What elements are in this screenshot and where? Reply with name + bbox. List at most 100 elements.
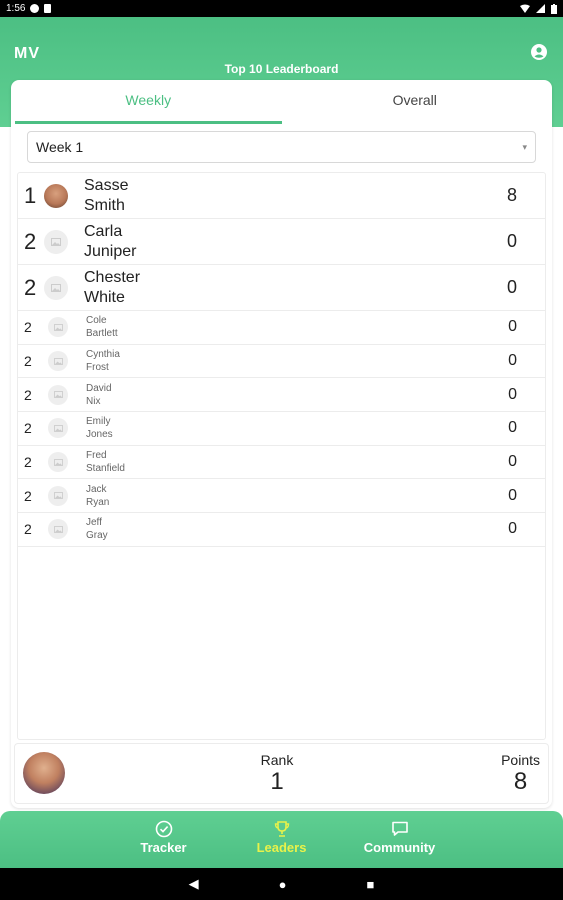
row-last-name: Bartlett bbox=[86, 328, 118, 340]
rank-value: 1 bbox=[270, 768, 284, 795]
leaderboard-row[interactable]: 2 Chester White 0 bbox=[18, 265, 545, 311]
leaderboard-row[interactable]: 1 Sasse Smith 8 bbox=[18, 173, 545, 219]
leaderboard-row[interactable]: 2 Cynthia Frost 0 bbox=[18, 345, 545, 379]
row-rank: 2 bbox=[24, 420, 32, 437]
google-icon bbox=[30, 4, 40, 13]
row-name: Jeff Gray bbox=[86, 516, 108, 542]
image-placeholder-icon bbox=[48, 384, 68, 405]
account-icon[interactable] bbox=[531, 44, 547, 60]
leaderboard-row[interactable]: 2 Jack Ryan 0 bbox=[18, 479, 545, 514]
row-last-name: Jones bbox=[86, 429, 113, 441]
leaderboard-card: Weekly Overall Week 1 ▾ 1 Sasse Smith 8 … bbox=[11, 80, 552, 808]
image-placeholder-icon bbox=[44, 275, 68, 300]
image-placeholder-icon bbox=[44, 229, 68, 254]
home-icon[interactable]: ● bbox=[279, 877, 287, 892]
row-rank: 2 bbox=[24, 454, 32, 471]
row-last-name: Juniper bbox=[84, 242, 137, 260]
row-points: 0 bbox=[508, 520, 517, 538]
system-nav-bar: ◀ ● ■ bbox=[0, 868, 563, 900]
status-time: 1:56 bbox=[6, 3, 26, 14]
my-rank: Rank 1 bbox=[247, 752, 307, 796]
row-rank: 2 bbox=[24, 353, 32, 370]
tab-bar: Weekly Overall bbox=[15, 84, 548, 124]
bottom-nav: Tracker Leaders Community bbox=[0, 811, 563, 868]
app-logo: MV bbox=[14, 45, 40, 62]
avatar bbox=[44, 183, 68, 208]
row-name: Sasse Smith bbox=[84, 176, 128, 216]
leaderboard-row[interactable]: 2 Jeff Gray 0 bbox=[18, 513, 545, 547]
row-last-name: Gray bbox=[86, 530, 108, 542]
page-title: Top 10 Leaderboard bbox=[224, 62, 339, 76]
row-points: 0 bbox=[508, 385, 517, 403]
row-last-name: Smith bbox=[84, 196, 125, 214]
row-first-name: David bbox=[86, 382, 112, 394]
chat-bubble-icon bbox=[391, 821, 408, 836]
row-rank: 2 bbox=[24, 319, 32, 336]
row-points: 0 bbox=[506, 231, 517, 251]
row-rank: 2 bbox=[24, 386, 32, 403]
my-rank-summary: Rank 1 Points 8 bbox=[14, 743, 549, 804]
nav-leaders[interactable]: Leaders bbox=[223, 811, 341, 868]
recents-icon[interactable]: ■ bbox=[367, 877, 375, 892]
nav-label: Community bbox=[363, 840, 436, 855]
row-points: 0 bbox=[508, 486, 517, 504]
row-points: 0 bbox=[508, 352, 517, 370]
week-dropdown-value: Week 1 bbox=[36, 139, 84, 155]
row-name: Jack Ryan bbox=[86, 483, 109, 509]
nav-tracker[interactable]: Tracker bbox=[105, 811, 223, 868]
row-rank: 2 bbox=[24, 521, 32, 538]
row-name: Chester White bbox=[84, 268, 140, 308]
status-bar: 1:56 bbox=[0, 0, 563, 17]
check-circle-icon bbox=[155, 820, 172, 838]
row-points: 0 bbox=[508, 453, 517, 471]
row-first-name: Fred bbox=[86, 450, 107, 462]
row-first-name: Chester bbox=[84, 268, 141, 286]
leaderboard-row[interactable]: 2 Cole Bartlett 0 bbox=[18, 311, 545, 345]
image-placeholder-icon bbox=[48, 519, 68, 540]
leaderboard-list: 1 Sasse Smith 8 2 Carla Juniper 0 2 Ches… bbox=[17, 172, 546, 740]
leaderboard-row[interactable]: 2 Carla Juniper 0 bbox=[18, 219, 545, 265]
sd-card-icon bbox=[44, 4, 52, 13]
points-label: Points bbox=[501, 752, 540, 768]
row-last-name: Ryan bbox=[86, 496, 110, 508]
row-name: Cynthia Frost bbox=[86, 348, 120, 374]
battery-icon bbox=[551, 3, 557, 14]
chevron-down-icon: ▾ bbox=[522, 141, 527, 152]
row-name: Carla Juniper bbox=[84, 222, 136, 262]
leaderboard-row[interactable]: 2 Emily Jones 0 bbox=[18, 412, 545, 446]
avatar bbox=[23, 752, 65, 794]
row-last-name: White bbox=[84, 288, 125, 306]
back-icon[interactable]: ◀ bbox=[189, 876, 199, 892]
row-name: Cole Bartlett bbox=[86, 314, 118, 340]
nav-community[interactable]: Community bbox=[341, 811, 459, 868]
my-points: Points 8 bbox=[501, 752, 540, 796]
row-first-name: Cynthia bbox=[86, 349, 120, 361]
row-points: 0 bbox=[506, 277, 517, 297]
points-value: 8 bbox=[513, 768, 528, 795]
row-first-name: Sasse bbox=[84, 176, 129, 194]
image-placeholder-icon bbox=[48, 317, 68, 338]
tab-overall[interactable]: Overall bbox=[282, 84, 549, 124]
image-placeholder-icon bbox=[48, 351, 68, 372]
week-dropdown[interactable]: Week 1 ▾ bbox=[27, 131, 536, 163]
row-first-name: Emily bbox=[86, 416, 111, 428]
row-last-name: Frost bbox=[86, 362, 109, 374]
image-placeholder-icon bbox=[48, 452, 68, 473]
row-name: David Nix bbox=[86, 382, 112, 408]
signal-icon bbox=[536, 4, 545, 13]
row-first-name: Jeff bbox=[86, 517, 102, 529]
image-placeholder-icon bbox=[48, 485, 68, 506]
row-name: Emily Jones bbox=[86, 415, 113, 441]
nav-label: Leaders bbox=[256, 840, 307, 855]
leaderboard-row[interactable]: 2 Fred Stanfield 0 bbox=[18, 446, 545, 480]
tab-weekly[interactable]: Weekly bbox=[15, 84, 282, 124]
row-first-name: Carla bbox=[84, 222, 123, 240]
row-rank: 2 bbox=[24, 487, 32, 504]
row-points: 0 bbox=[508, 419, 517, 437]
wifi-icon bbox=[520, 4, 530, 13]
leaderboard-row[interactable]: 2 David Nix 0 bbox=[18, 378, 545, 413]
row-rank: 2 bbox=[24, 274, 37, 300]
row-points: 8 bbox=[506, 185, 517, 205]
row-last-name: Stanfield bbox=[86, 463, 125, 475]
trophy-icon bbox=[274, 821, 289, 837]
